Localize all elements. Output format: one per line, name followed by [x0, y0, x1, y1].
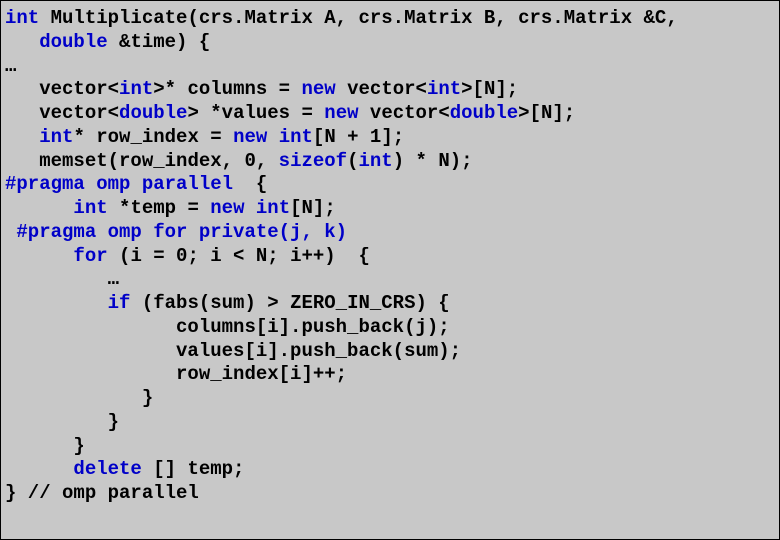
- code-text: {: [233, 173, 267, 195]
- code-line: #pragma omp parallel {: [5, 173, 775, 197]
- code-line: } // omp parallel: [5, 482, 775, 506]
- code-line: if (fabs(sum) > ZERO_IN_CRS) {: [5, 292, 775, 316]
- code-keyword: delete: [73, 458, 141, 480]
- code-text: > *values =: [187, 102, 324, 124]
- code-text: *temp =: [108, 197, 211, 219]
- code-line: int* row_index = new int[N + 1];: [5, 126, 775, 150]
- code-line: for (i = 0; i < N; i++) {: [5, 245, 775, 269]
- code-keyword: new: [233, 126, 267, 148]
- code-keyword: int: [279, 126, 313, 148]
- code-keyword: double: [119, 102, 187, 124]
- code-text: [244, 197, 255, 219]
- code-line: delete [] temp;: [5, 458, 775, 482]
- code-line: vector<int>* columns = new vector<int>[N…: [5, 78, 775, 102]
- code-line: row_index[i]++;: [5, 363, 775, 387]
- code-keyword: #pragma omp for private(j, k): [16, 221, 347, 243]
- code-line: vector<double> *values = new vector<doub…: [5, 102, 775, 126]
- code-text: ) * N);: [393, 150, 473, 172]
- code-line: columns[i].push_back(j);: [5, 316, 775, 340]
- code-keyword: sizeof: [279, 150, 347, 172]
- code-line: values[i].push_back(sum);: [5, 340, 775, 364]
- code-text: [N];: [290, 197, 336, 219]
- code-keyword: int: [39, 126, 73, 148]
- code-text: vector<: [39, 102, 119, 124]
- code-block: int Multiplicate(crs.Matrix A, crs.Matri…: [0, 0, 780, 540]
- code-line: …: [5, 55, 775, 79]
- code-text: …: [5, 55, 16, 77]
- code-text: (fabs(sum) > ZERO_IN_CRS) {: [130, 292, 449, 314]
- code-keyword: int: [73, 197, 107, 219]
- code-text: }: [73, 435, 84, 457]
- code-text: >[N];: [461, 78, 518, 100]
- code-keyword: double: [39, 31, 107, 53]
- code-keyword: double: [450, 102, 518, 124]
- code-text: memset(row_index, 0,: [39, 150, 278, 172]
- code-text: }: [142, 387, 153, 409]
- code-line: int Multiplicate(crs.Matrix A, crs.Matri…: [5, 7, 775, 31]
- code-text: row_index[i]++;: [176, 363, 347, 385]
- code-text: vector<: [336, 78, 427, 100]
- code-text: [5, 221, 16, 243]
- code-text: &time) {: [108, 31, 211, 53]
- code-keyword: int: [427, 78, 461, 100]
- code-line: int *temp = new int[N];: [5, 197, 775, 221]
- code-keyword: new: [210, 197, 244, 219]
- code-line: double &time) {: [5, 31, 775, 55]
- code-keyword: int: [256, 197, 290, 219]
- code-text: >* columns =: [153, 78, 301, 100]
- code-text: [N + 1];: [313, 126, 404, 148]
- code-text: }: [108, 411, 119, 433]
- code-text: Multiplicate(crs.Matrix A, crs.Matrix B,…: [39, 7, 678, 29]
- code-line: memset(row_index, 0, sizeof(int) * N);: [5, 150, 775, 174]
- code-keyword: new: [302, 78, 336, 100]
- code-keyword: if: [108, 292, 131, 314]
- code-text: columns[i].push_back(j);: [176, 316, 450, 338]
- code-keyword: new: [324, 102, 358, 124]
- code-text: vector<: [39, 78, 119, 100]
- code-line: }: [5, 411, 775, 435]
- code-text: …: [108, 268, 119, 290]
- code-keyword: for: [73, 245, 107, 267]
- code-keyword: int: [119, 78, 153, 100]
- code-text: [267, 126, 278, 148]
- code-line: …: [5, 268, 775, 292]
- code-text: (: [347, 150, 358, 172]
- code-text: [] temp;: [142, 458, 245, 480]
- code-text: (i = 0; i < N; i++) {: [108, 245, 370, 267]
- code-text: * row_index =: [73, 126, 233, 148]
- code-keyword: int: [5, 7, 39, 29]
- code-line: }: [5, 387, 775, 411]
- code-keyword: #pragma omp parallel: [5, 173, 233, 195]
- code-line: #pragma omp for private(j, k): [5, 221, 775, 245]
- code-text: } // omp parallel: [5, 482, 199, 504]
- code-text: >[N];: [518, 102, 575, 124]
- code-text: vector<: [359, 102, 450, 124]
- code-text: values[i].push_back(sum);: [176, 340, 461, 362]
- code-keyword: int: [359, 150, 393, 172]
- code-line: }: [5, 435, 775, 459]
